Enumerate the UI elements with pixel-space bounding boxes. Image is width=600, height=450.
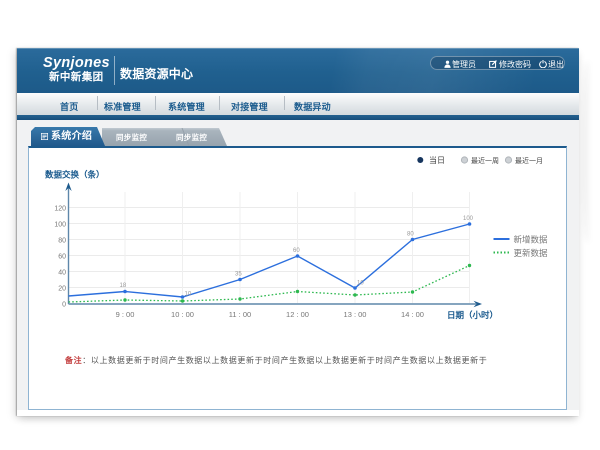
svg-text:12 : 00: 12 : 00 bbox=[286, 310, 309, 319]
svg-text:60: 60 bbox=[293, 248, 300, 254]
svg-text:18: 18 bbox=[120, 283, 127, 289]
svg-text:35: 35 bbox=[235, 272, 242, 278]
svg-text:11 : 00: 11 : 00 bbox=[229, 310, 251, 319]
svg-text:更新数据: 更新数据 bbox=[514, 248, 549, 258]
svg-text:120: 120 bbox=[54, 206, 66, 213]
svg-text:9 : 00: 9 : 00 bbox=[116, 310, 135, 319]
svg-text:14 : 00: 14 : 00 bbox=[401, 310, 424, 319]
svg-text:新增数据: 新增数据 bbox=[514, 235, 549, 245]
svg-text:0: 0 bbox=[62, 302, 66, 309]
svg-text:10: 10 bbox=[357, 281, 364, 287]
svg-text:20: 20 bbox=[58, 286, 66, 293]
svg-text:10 : 00: 10 : 00 bbox=[171, 310, 194, 319]
svg-text:数据交换（条）: 数据交换（条） bbox=[45, 170, 105, 180]
svg-text:最近一周: 最近一周 bbox=[471, 156, 499, 165]
svg-text:40: 40 bbox=[58, 270, 66, 277]
svg-text:80: 80 bbox=[407, 232, 414, 238]
svg-text:60: 60 bbox=[58, 254, 66, 261]
svg-text:最近一月: 最近一月 bbox=[515, 156, 543, 165]
svg-text:100: 100 bbox=[463, 216, 474, 222]
svg-text:当日: 当日 bbox=[429, 155, 445, 165]
svg-text:13 : 00: 13 : 00 bbox=[344, 310, 367, 319]
svg-text:100: 100 bbox=[54, 222, 66, 229]
svg-text:80: 80 bbox=[58, 238, 66, 245]
svg-text:10: 10 bbox=[185, 292, 192, 298]
svg-text:日期（小时）: 日期（小时） bbox=[447, 310, 498, 320]
